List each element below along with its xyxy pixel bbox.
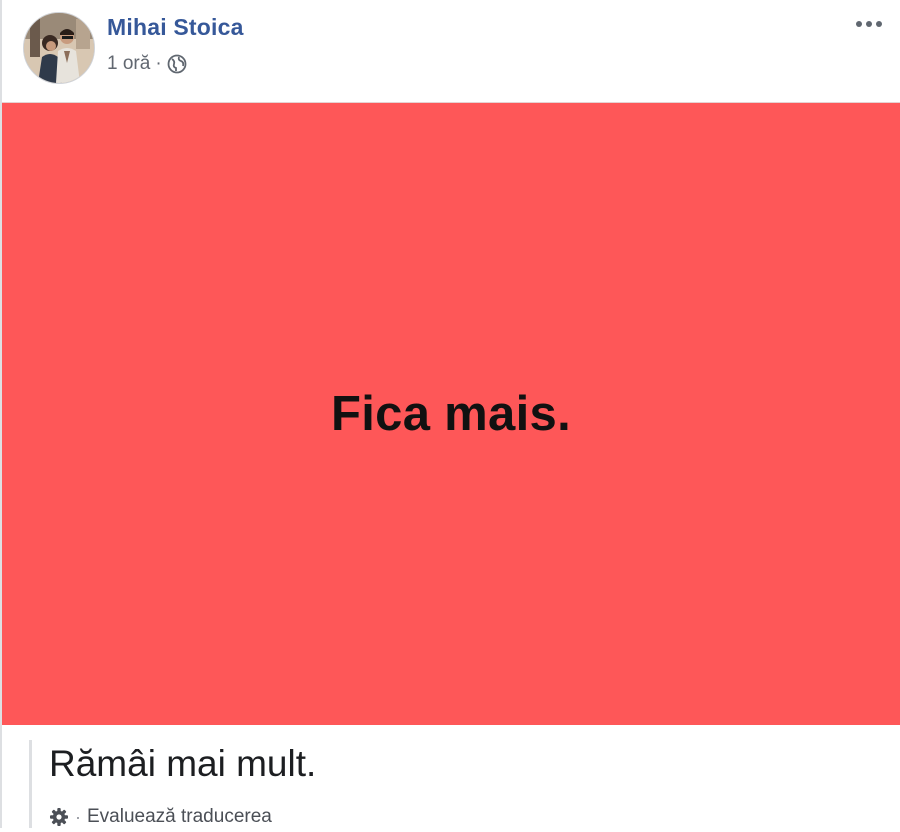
rate-translation-row: · Evaluează traducerea: [49, 806, 272, 828]
globe-icon[interactable]: [167, 54, 187, 74]
meta-separator: ·: [155, 53, 162, 74]
rate-separator: ·: [75, 806, 81, 827]
gear-icon[interactable]: [49, 807, 69, 827]
post-meta: 1 oră ·: [107, 52, 187, 76]
author-name-link[interactable]: Mihai Stoica: [107, 14, 244, 41]
more-options-icon[interactable]: [852, 14, 886, 34]
translated-text: Rămâi mai mult.: [49, 743, 317, 784]
avatar-photo: [24, 13, 94, 83]
post-image[interactable]: Fica mais.: [2, 102, 900, 725]
image-caption-text: Fica mais.: [331, 387, 571, 441]
translation-block: Rămâi mai mult. · Evaluează traducerea: [29, 740, 892, 828]
post-header: Mihai Stoica 1 oră ·: [0, 0, 900, 102]
rate-translation-link[interactable]: Evaluează traducerea: [87, 806, 272, 828]
timestamp-link[interactable]: 1 oră: [107, 53, 150, 75]
avatar[interactable]: [23, 12, 95, 84]
